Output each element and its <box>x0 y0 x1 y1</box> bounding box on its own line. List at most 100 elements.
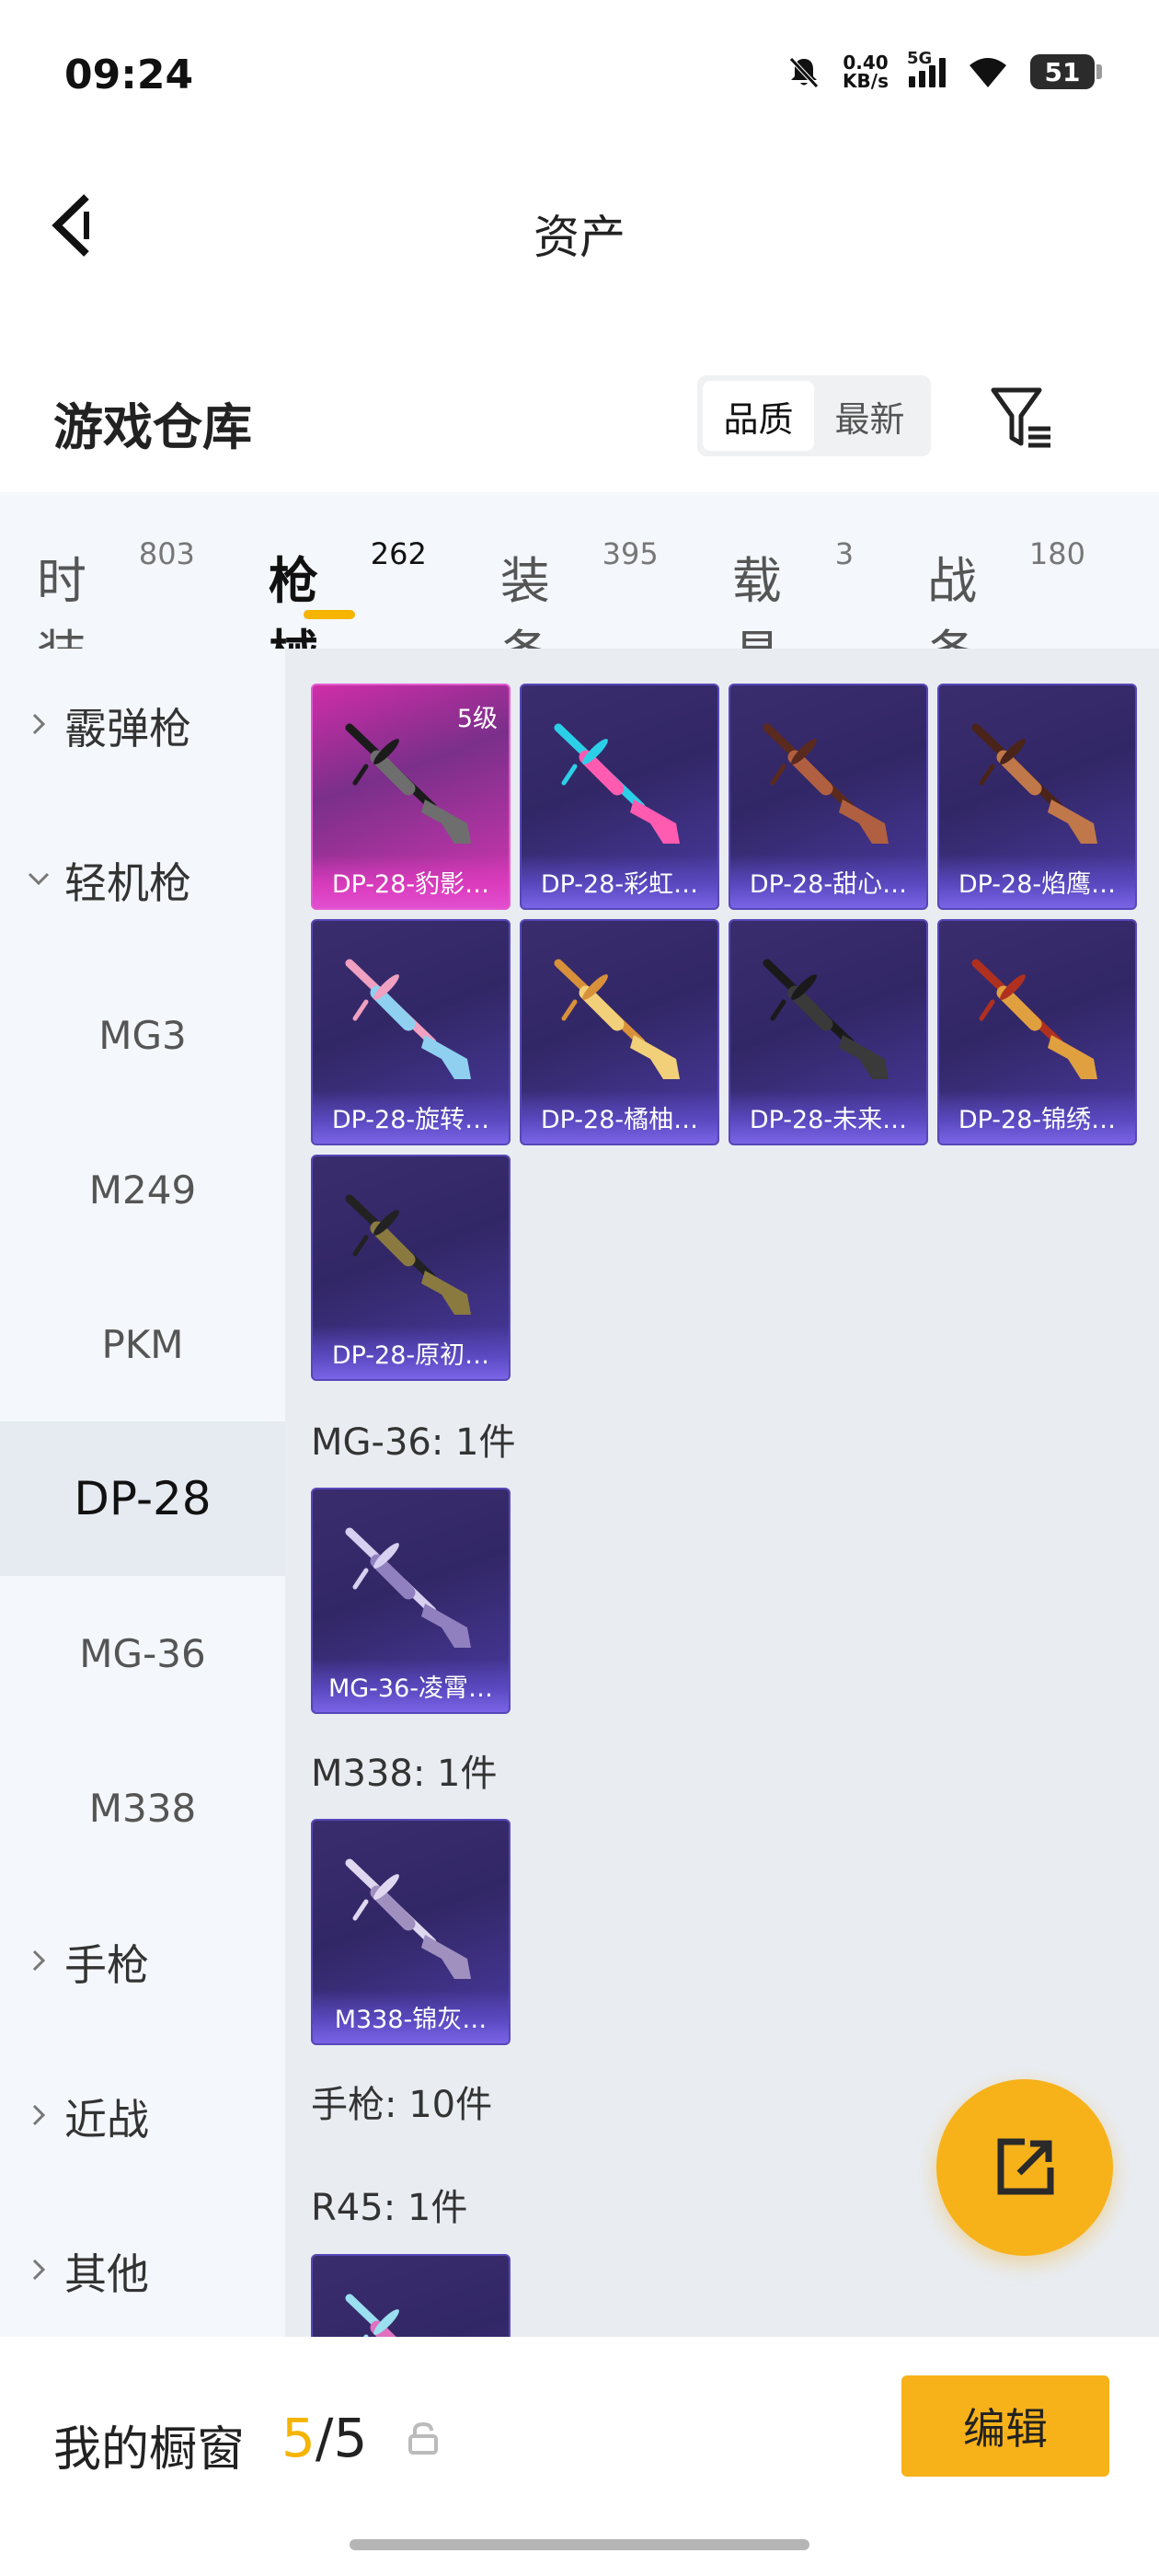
bell-muted-icon <box>789 57 819 88</box>
mg36-row: MG-36-凌霄… <box>311 1488 511 1714</box>
r45-row <box>311 2254 511 2337</box>
sort-quality-button[interactable]: 品质 <box>703 381 814 451</box>
item-name: M338-锦灰… <box>313 1990 509 2043</box>
sidebar-item-label: 霰弹枪 <box>64 704 191 753</box>
item-card[interactable]: DP-28-甜心… <box>729 684 928 910</box>
item-card[interactable]: M338-锦灰… <box>311 1819 511 2045</box>
item-name: DP-28-彩虹… <box>522 855 717 908</box>
sort-newest-button[interactable]: 最新 <box>814 381 925 451</box>
item-card[interactable]: DP-28-锦绣… <box>937 919 1137 1145</box>
weapon-image <box>971 723 1097 844</box>
item-card[interactable]: 5级 DP-28-豹影… <box>311 684 511 910</box>
tab-vehicles[interactable]: 载具 3 <box>732 492 855 683</box>
battery-icon: 51 <box>1030 54 1102 89</box>
item-name: DP-28-甜心… <box>730 855 926 908</box>
weapon-image <box>345 1194 471 1315</box>
net-speed-value: 0.40 <box>843 52 889 74</box>
tab-count: 803 <box>138 536 195 571</box>
weapon-image <box>971 959 1097 1079</box>
sidebar-item-label: 其他 <box>64 2249 149 2299</box>
showcase-current: 5 <box>281 2407 316 2469</box>
bottom-bar: 我的橱窗 5/5 编辑 <box>0 2337 1159 2576</box>
tab-count: 262 <box>370 536 427 571</box>
weapon-image <box>345 1527 471 1648</box>
item-card[interactable]: DP-28-旋转… <box>311 919 511 1145</box>
tab-firearms[interactable]: 枪械 262 <box>269 492 427 683</box>
item-name: DP-28-豹影… <box>313 855 509 908</box>
sidebar-item-melee[interactable]: 近战 <box>0 2040 285 2194</box>
sidebar-item-dp28[interactable]: DP-28 <box>0 1421 285 1576</box>
status-icons: 0.40 KB/s 5G 51 <box>786 49 1102 90</box>
item-card[interactable]: DP-28-未来… <box>729 919 928 1145</box>
item-card[interactable]: DP-28-原初… <box>311 1155 511 1381</box>
section-title: 游戏仓库 <box>53 398 252 456</box>
item-name: MG-36-凌霄… <box>313 1659 509 1712</box>
weapon-image <box>554 959 680 1079</box>
chevron-right-icon <box>32 2259 46 2281</box>
weapon-sidebar: 霰弹枪 轻机枪 MG3 M249 PKM DP-28 MG-36 M338 手枪… <box>0 649 285 2337</box>
net-speed: 0.40 KB/s <box>843 53 889 90</box>
share-fab-button[interactable] <box>936 2079 1113 2256</box>
sidebar-item-label: 轻机枪 <box>64 858 191 908</box>
showcase-label: 我的橱窗 <box>53 2422 246 2478</box>
item-level-badge: 5级 <box>456 705 498 733</box>
item-name: DP-28-焰鹰… <box>939 855 1135 908</box>
weapon-image <box>345 959 471 1079</box>
sidebar-item-other[interactable]: 其他 <box>0 2194 285 2349</box>
tab-equipment[interactable]: 装备 395 <box>500 492 659 683</box>
item-card[interactable]: MG-36-凌霄… <box>311 1488 511 1714</box>
group-title-pistol: 手枪: 10件 <box>311 2084 493 2126</box>
item-card[interactable]: DP-28-橘柚… <box>520 919 719 1145</box>
filter-icon <box>991 387 1050 448</box>
sidebar-item-shotgun[interactable]: 霰弹枪 <box>0 649 285 803</box>
weapon-image <box>554 723 680 844</box>
net-speed-unit: KB/s <box>843 70 889 92</box>
sort-toggle: 品质 最新 <box>697 375 931 456</box>
sidebar-item-label: 手枪 <box>64 1940 149 1990</box>
item-card[interactable]: DP-28-彩虹… <box>520 684 719 910</box>
item-name: DP-28-原初… <box>313 1326 509 1379</box>
group-title-mg36: MG-36: 1件 <box>311 1421 516 1464</box>
lock-icon <box>408 2421 438 2455</box>
page-title: 资产 <box>534 211 625 264</box>
tab-fashion[interactable]: 时装 803 <box>37 492 195 683</box>
weapon-image <box>763 723 889 844</box>
sidebar-item-mg36[interactable]: MG-36 <box>0 1576 285 1731</box>
edit-button[interactable]: 编辑 <box>901 2375 1109 2477</box>
weapon-image <box>345 1858 471 1979</box>
chevron-right-icon <box>32 1949 46 1972</box>
item-card[interactable]: DP-28-焰鹰… <box>937 684 1137 910</box>
sidebar-item-m249[interactable]: M249 <box>0 1112 285 1267</box>
sidebar-item-m338[interactable]: M338 <box>0 1731 285 1885</box>
item-name: DP-28-橘柚… <box>522 1090 717 1144</box>
tab-count: 180 <box>1028 536 1085 571</box>
share-external-icon <box>997 2138 1054 2195</box>
weapon-image <box>763 959 889 1079</box>
section-header: 游戏仓库 品质 最新 <box>0 350 1159 488</box>
category-tabs: 时装 803 枪械 262 装备 395 载具 3 战备 180 <box>0 492 1159 683</box>
home-indicator[interactable] <box>350 2539 809 2550</box>
status-bar: 09:24 0.40 KB/s 5G 51 <box>0 0 1159 156</box>
chevron-right-icon <box>32 2104 46 2126</box>
active-tab-indicator <box>303 610 355 619</box>
cellular-signal-icon: 5G <box>907 49 946 87</box>
tab-count: 3 <box>834 536 855 571</box>
item-name: DP-28-旋转… <box>313 1090 509 1144</box>
sidebar-item-lmg[interactable]: 轻机枪 <box>0 803 285 958</box>
filter-button[interactable] <box>986 381 1060 454</box>
network-type: 5G <box>907 49 933 68</box>
item-card[interactable] <box>311 2254 511 2337</box>
chevron-down-icon <box>28 872 50 886</box>
status-time: 09:24 <box>64 52 194 98</box>
dp28-row-1: 5级 DP-28-豹影… DP-28-彩虹… DP-28-甜心… DP-28-焰… <box>311 684 1137 910</box>
nav-bar: 资产 <box>0 156 1159 294</box>
sidebar-item-pistol[interactable]: 手枪 <box>0 1885 285 2040</box>
tab-gear[interactable]: 战备 180 <box>927 492 1085 683</box>
sidebar-item-label: 近战 <box>64 2095 149 2145</box>
group-title-m338: M338: 1件 <box>311 1753 498 1795</box>
sidebar-item-mg3[interactable]: MG3 <box>0 958 285 1112</box>
showcase-count: 5/5 <box>281 2407 367 2469</box>
wifi-icon <box>970 58 1006 87</box>
sidebar-item-pkm[interactable]: PKM <box>0 1267 285 1421</box>
chevron-right-icon <box>32 713 46 735</box>
